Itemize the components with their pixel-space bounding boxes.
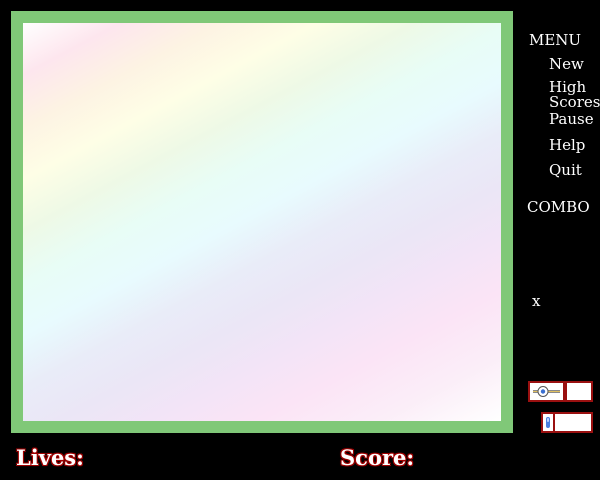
menu-item-new[interactable]: New (549, 57, 599, 72)
volume-value-box[interactable] (553, 412, 593, 433)
game-board[interactable] (23, 23, 501, 421)
volume-slider-icon (546, 417, 550, 428)
menu-item-help[interactable]: Help (549, 138, 599, 153)
speed-value-box[interactable] (565, 381, 593, 402)
score-label: Score: (340, 445, 415, 470)
speed-slider[interactable] (528, 381, 565, 402)
menu-title: MENU (529, 31, 582, 49)
multiplier-label: x (532, 292, 541, 310)
lives-label: Lives: (16, 445, 84, 470)
side-menu: MENU New High Scores Pause Help Quit COM… (520, 0, 600, 430)
game-board-frame (11, 11, 513, 433)
slider-icon (533, 386, 560, 397)
menu-item-high-scores[interactable]: High Scores (549, 80, 600, 110)
menu-item-pause[interactable]: Pause (549, 112, 599, 127)
menu-item-quit[interactable]: Quit (549, 163, 599, 178)
combo-label: COMBO (527, 198, 590, 216)
